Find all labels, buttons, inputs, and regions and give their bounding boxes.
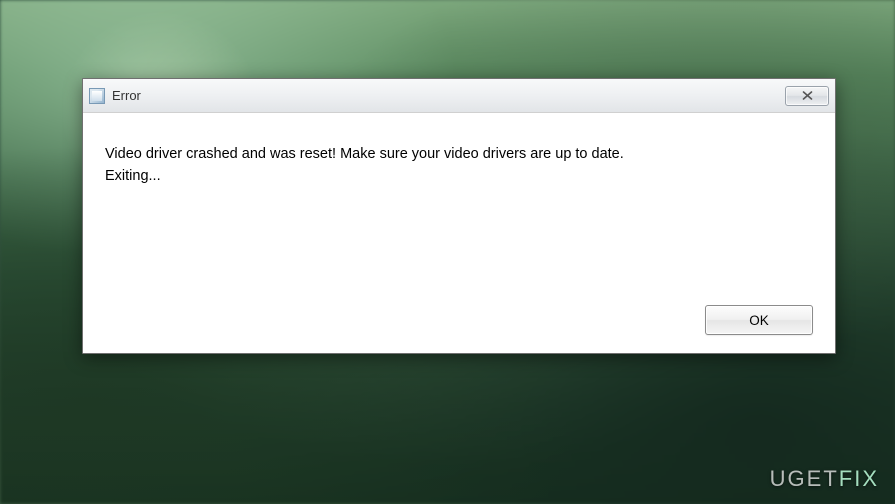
error-message: Video driver crashed and was reset! Make… [105, 143, 813, 295]
watermark: UGETFIX [770, 466, 879, 492]
dialog-body: Video driver crashed and was reset! Make… [83, 113, 835, 353]
app-icon [89, 88, 105, 104]
dialog-button-row: OK [105, 295, 813, 335]
dialog-title: Error [112, 88, 785, 103]
close-button[interactable] [785, 86, 829, 106]
ok-button[interactable]: OK [705, 305, 813, 335]
watermark-part1: UGET [770, 466, 839, 491]
watermark-part2: FIX [839, 466, 879, 491]
close-icon [802, 91, 813, 100]
error-dialog: Error Video driver crashed and was reset… [82, 78, 836, 354]
dialog-titlebar[interactable]: Error [83, 79, 835, 113]
